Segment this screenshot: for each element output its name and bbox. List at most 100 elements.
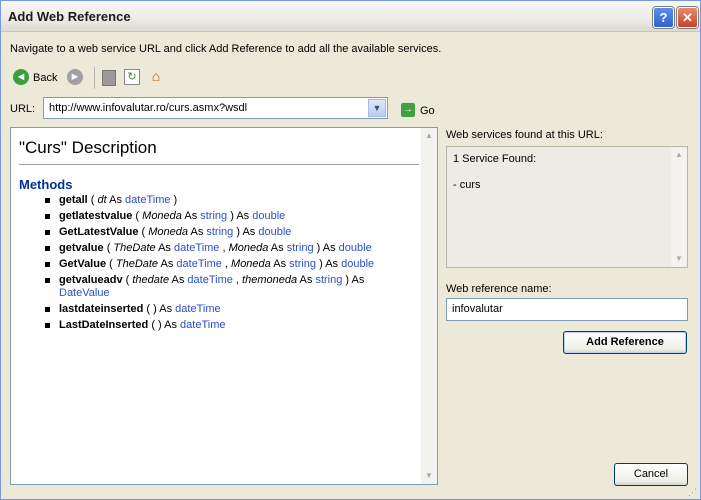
param-type[interactable]: dateTime [187, 274, 232, 286]
add-reference-button[interactable]: Add Reference [563, 331, 687, 354]
url-combobox[interactable]: http://www.infovalutar.ro/curs.asmx?wsdl… [43, 97, 388, 119]
sig-text: ) As [313, 242, 339, 254]
return-type[interactable]: DateValue [59, 287, 110, 299]
bullet-icon [45, 323, 50, 328]
method-item: getvalue ( TheDate As dateTime , Moneda … [45, 242, 405, 255]
back-button[interactable]: Back [33, 72, 57, 84]
cancel-button[interactable]: Cancel [614, 463, 688, 486]
param-name: Moneda [231, 258, 271, 270]
web-reference-name-input[interactable]: infovalutar [446, 298, 688, 321]
methods-title: Methods [19, 177, 73, 192]
title-bar[interactable]: Add Web Reference ? ✕ [1, 1, 700, 32]
param-name: TheDate [115, 258, 159, 270]
service-name-text: - curs [453, 179, 481, 191]
return-type[interactable]: dateTime [175, 303, 220, 315]
go-button[interactable]: Go [420, 105, 435, 117]
method-item: getvalueadv ( thedate As dateTime , them… [45, 274, 405, 300]
sig-text: ( [106, 258, 116, 270]
scroll-up-icon[interactable]: ▲ [671, 147, 687, 163]
param-type[interactable]: dateTime [125, 194, 170, 206]
sig-text: ) As [233, 226, 259, 238]
go-arrow-icon[interactable]: → [401, 103, 415, 117]
method-name[interactable]: getall [59, 194, 88, 206]
browser-scrollbar[interactable]: ▲ ▼ [421, 128, 437, 484]
sig-text: ) As [342, 274, 365, 286]
bullet-icon [45, 246, 50, 251]
sig-text: As [169, 274, 188, 286]
return-type[interactable]: double [258, 226, 291, 238]
param-name: TheDate [113, 242, 156, 254]
bullet-icon [45, 278, 50, 283]
forward-arrow-icon[interactable]: ► [67, 69, 83, 85]
method-name[interactable]: getvalue [59, 242, 104, 254]
method-name[interactable]: getlatestvalue [59, 210, 132, 222]
method-name[interactable]: LastDateInserted [59, 319, 148, 331]
bullet-icon [45, 230, 50, 235]
scroll-down-icon[interactable]: ▼ [421, 468, 437, 484]
scroll-down-icon[interactable]: ▼ [671, 251, 687, 267]
close-button[interactable]: ✕ [677, 7, 698, 28]
stop-icon[interactable] [102, 70, 116, 86]
return-type[interactable]: double [252, 210, 285, 222]
methods-list: getall ( dt As dateTime ) getlatestvalue… [45, 194, 405, 335]
param-name: Moneda [148, 226, 189, 238]
return-type[interactable]: dateTime [180, 319, 225, 331]
chevron-down-icon[interactable]: ▼ [368, 99, 386, 117]
web-reference-name-value[interactable]: infovalutar [452, 303, 503, 315]
sig-text: As [188, 226, 207, 238]
sig-text: , [219, 242, 229, 254]
param-type[interactable]: string [289, 258, 316, 270]
param-name: thedate [132, 274, 170, 286]
sig-text: As [106, 194, 126, 206]
sig-text: ( [87, 194, 98, 206]
param-name: Moneda [142, 210, 182, 222]
method-item: GetValue ( TheDate As dateTime , Moneda … [45, 258, 405, 271]
services-count-text: 1 Service Found: [453, 153, 537, 165]
sig-text: ( ) As [148, 319, 181, 331]
resize-grip-icon[interactable]: ⋰ [688, 487, 698, 497]
method-item: lastdateinserted ( ) As dateTime [45, 303, 405, 316]
heading-divider [19, 164, 419, 165]
sig-text: As [181, 210, 201, 222]
method-name[interactable]: GetValue [59, 258, 106, 270]
sig-text: ( [122, 274, 133, 286]
sig-text: ) [170, 194, 178, 206]
sig-text: As [155, 242, 174, 254]
param-type[interactable]: string [200, 210, 227, 222]
sig-text: ) As [316, 258, 342, 270]
toolbar-separator [94, 67, 95, 89]
param-type[interactable]: string [315, 274, 342, 286]
param-name: themoneda [242, 274, 298, 286]
param-type[interactable]: dateTime [176, 258, 221, 270]
bullet-icon [45, 198, 50, 203]
method-name[interactable]: lastdateinserted [59, 303, 143, 315]
home-icon[interactable]: ⌂ [148, 68, 164, 84]
help-button[interactable]: ? [653, 7, 674, 28]
param-type[interactable]: dateTime [174, 242, 219, 254]
bullet-icon [45, 307, 50, 312]
sig-text: As [297, 274, 316, 286]
sig-text: , [221, 258, 232, 270]
refresh-icon[interactable]: ↻ [124, 69, 140, 85]
sig-text: ( [103, 242, 114, 254]
param-type[interactable]: string [206, 226, 233, 238]
url-label: URL: [10, 103, 36, 115]
add-web-reference-dialog: Add Web Reference ? ✕ Navigate to a web … [0, 0, 701, 500]
service-description-browser[interactable]: "Curs" Description Methods getall ( dt A… [10, 127, 438, 485]
return-type[interactable]: double [339, 242, 372, 254]
method-item: getall ( dt As dateTime ) [45, 194, 405, 207]
method-name[interactable]: GetLatestValue [59, 226, 138, 238]
sig-text: ( [138, 226, 149, 238]
method-item: GetLatestValue ( Moneda As string ) As d… [45, 226, 405, 239]
bullet-icon [45, 262, 50, 267]
back-arrow-icon[interactable]: ◄ [13, 69, 29, 85]
sig-text: ) As [227, 210, 253, 222]
param-type[interactable]: string [287, 242, 314, 254]
return-type[interactable]: double [341, 258, 374, 270]
found-scrollbar[interactable]: ▲ ▼ [671, 147, 687, 267]
sig-text: As [270, 258, 290, 270]
method-name[interactable]: getvalueadv [59, 274, 123, 286]
scroll-up-icon[interactable]: ▲ [421, 128, 437, 144]
url-input[interactable]: http://www.infovalutar.ro/curs.asmx?wsdl [49, 102, 247, 114]
sig-text: As [158, 258, 177, 270]
